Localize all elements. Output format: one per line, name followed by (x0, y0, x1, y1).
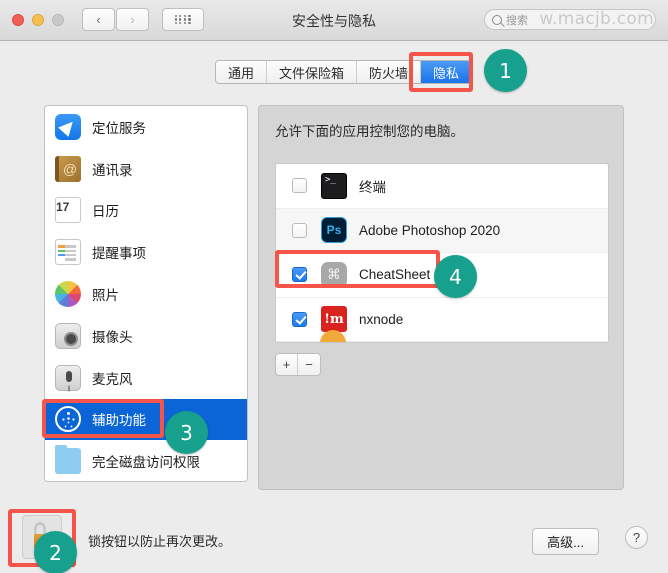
tab-general[interactable]: 通用 (216, 61, 268, 83)
sidebar-item-calendar[interactable]: 17 日历 (45, 190, 247, 232)
app-name: CheatSheet (359, 267, 431, 283)
remove-app-button[interactable]: − (298, 354, 320, 375)
tab-firewall[interactable]: 防火墙 (357, 61, 422, 83)
search-placeholder: 搜索 (506, 14, 528, 27)
calendar-icon: 17 (55, 197, 81, 224)
tab-privacy[interactable]: 隐私 (421, 61, 472, 83)
app-checkbox[interactable] (292, 222, 307, 238)
sidebar-item-label: 摄像头 (92, 329, 133, 345)
calendar-day: 17 (56, 200, 70, 215)
annotation-badge-4: 4 (434, 255, 477, 298)
privacy-category-list[interactable]: 定位服务 通讯录 17 日历 提醒事项 照片 摄像头 麦克风 (44, 105, 248, 482)
annotation-badge-1: 1 (484, 49, 527, 92)
annotation-badge-3: 3 (165, 411, 208, 454)
add-app-button[interactable]: + (276, 354, 298, 375)
app-row-photoshop[interactable]: Adobe Photoshop 2020 (276, 208, 608, 253)
advanced-button[interactable]: 高级... (532, 528, 599, 555)
sidebar-item-microphone[interactable]: 麦克风 (45, 357, 247, 399)
sidebar-item-label: 通讯录 (92, 162, 133, 178)
search-input[interactable]: 搜索 (484, 9, 656, 30)
sidebar-item-label: 麦克风 (92, 371, 133, 387)
app-name: Adobe Photoshop 2020 (359, 222, 501, 238)
sidebar-item-label: 辅助功能 (92, 413, 146, 429)
location-services-icon (55, 113, 81, 140)
system-preferences-window: ‹ › 安全性与隐私 搜索 w.macjb.com 通用 文件保险箱 防火墙 隐… (0, 0, 668, 573)
sidebar-item-location-services[interactable]: 定位服务 (45, 106, 247, 148)
sidebar-item-photos[interactable]: 照片 (45, 273, 247, 315)
tab-bar: 通用 文件保险箱 防火墙 隐私 (215, 60, 473, 84)
title-bar: ‹ › 安全性与隐私 搜索 w.macjb.com (0, 0, 668, 41)
contacts-icon (55, 155, 81, 182)
app-name: 终端 (359, 179, 386, 195)
app-checkbox[interactable] (292, 267, 307, 283)
sidebar-item-label: 完全磁盘访问权限 (92, 455, 200, 471)
lock-message: 锁按钮以防止再次更改。 (88, 534, 232, 549)
sidebar-item-reminders[interactable]: 提醒事项 (45, 231, 247, 273)
sidebar-item-camera[interactable]: 摄像头 (45, 315, 247, 357)
tab-filevault[interactable]: 文件保险箱 (267, 61, 358, 83)
sidebar-item-label: 定位服务 (92, 120, 146, 136)
folder-icon (55, 445, 81, 475)
app-name: nxnode (359, 311, 404, 327)
app-row-terminal[interactable]: 终端 (276, 164, 608, 209)
sidebar-item-label: 提醒事项 (92, 246, 146, 262)
sidebar-item-label: 照片 (92, 288, 119, 304)
photoshop-icon (321, 217, 347, 244)
sidebar-item-full-disk-access[interactable]: 完全磁盘访问权限 (45, 440, 247, 481)
sidebar-item-label: 日历 (92, 204, 119, 220)
app-checkbox[interactable] (292, 311, 307, 327)
photos-icon (55, 281, 81, 308)
sidebar-item-accessibility[interactable]: 辅助功能 (45, 398, 247, 441)
permissions-description: 允许下面的应用控制您的电脑。 (275, 124, 464, 139)
permissions-panel: 允许下面的应用控制您的电脑。 终端 Adobe Photoshop 2020 C… (258, 105, 624, 490)
search-icon (492, 14, 502, 25)
cheatsheet-icon (321, 261, 347, 288)
accessibility-icon (55, 406, 81, 433)
app-checkbox[interactable] (292, 178, 307, 194)
reminders-icon (55, 239, 81, 266)
microphone-icon (55, 364, 81, 391)
annotation-badge-2: 2 (34, 531, 77, 573)
allowed-apps-list[interactable]: 终端 Adobe Photoshop 2020 CheatSheet nxnod… (275, 163, 609, 343)
add-remove-buttons[interactable]: + − (275, 353, 321, 376)
help-button[interactable]: ? (625, 526, 648, 549)
sidebar-item-contacts[interactable]: 通讯录 (45, 148, 247, 190)
camera-icon (55, 322, 81, 349)
terminal-icon (321, 172, 347, 199)
nxnode-icon (321, 306, 347, 333)
